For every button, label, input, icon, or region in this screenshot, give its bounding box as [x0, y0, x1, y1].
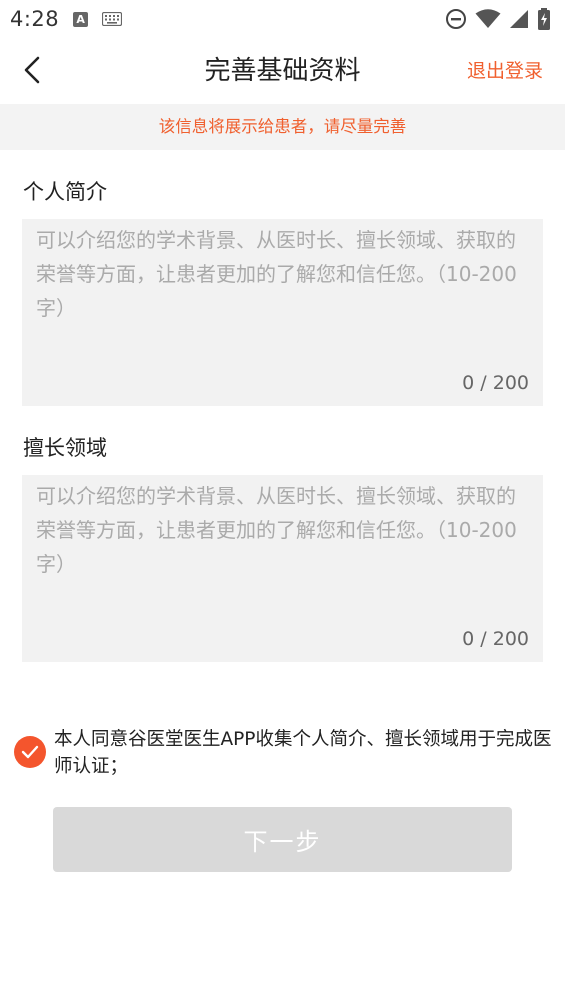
navigation-header: 完善基础资料 退出登录	[0, 38, 565, 104]
status-time: 4:28	[10, 7, 60, 31]
do-not-disturb-icon	[446, 9, 466, 29]
wifi-icon	[475, 9, 501, 28]
status-bar: 4:28 A	[0, 0, 565, 38]
intro-char-counter: 0 / 200	[462, 372, 529, 394]
app-screen: 4:28 A 完善基础资料 退出登录 该信息将展示给患者，请尽量完善 个人简介 …	[0, 0, 565, 1004]
expertise-label: 擅长领域	[23, 436, 107, 460]
agreement-text: 本人同意谷医堂医生APP收集个人简介、擅长领域用于完成医师认证；	[54, 729, 552, 777]
agreement-checkbox[interactable]	[14, 736, 46, 768]
notice-banner: 该信息将展示给患者，请尽量完善	[0, 104, 565, 150]
intro-input[interactable]	[36, 223, 531, 363]
status-left: 4:28 A	[10, 7, 123, 31]
status-right	[445, 8, 551, 30]
checkmark-icon	[21, 745, 39, 759]
expertise-char-counter: 0 / 200	[462, 628, 529, 650]
cell-signal-icon	[510, 10, 528, 28]
logout-button[interactable]: 退出登录	[467, 57, 543, 85]
intro-textbox: 0 / 200	[22, 219, 543, 406]
text-notification-icon: A	[73, 11, 89, 27]
battery-charging-icon	[538, 8, 550, 30]
intro-label: 个人简介	[23, 180, 107, 204]
next-step-button[interactable]: 下一步	[53, 807, 512, 872]
keyboard-icon	[102, 12, 123, 26]
expertise-textbox: 0 / 200	[22, 475, 543, 662]
expertise-input[interactable]	[36, 479, 531, 619]
